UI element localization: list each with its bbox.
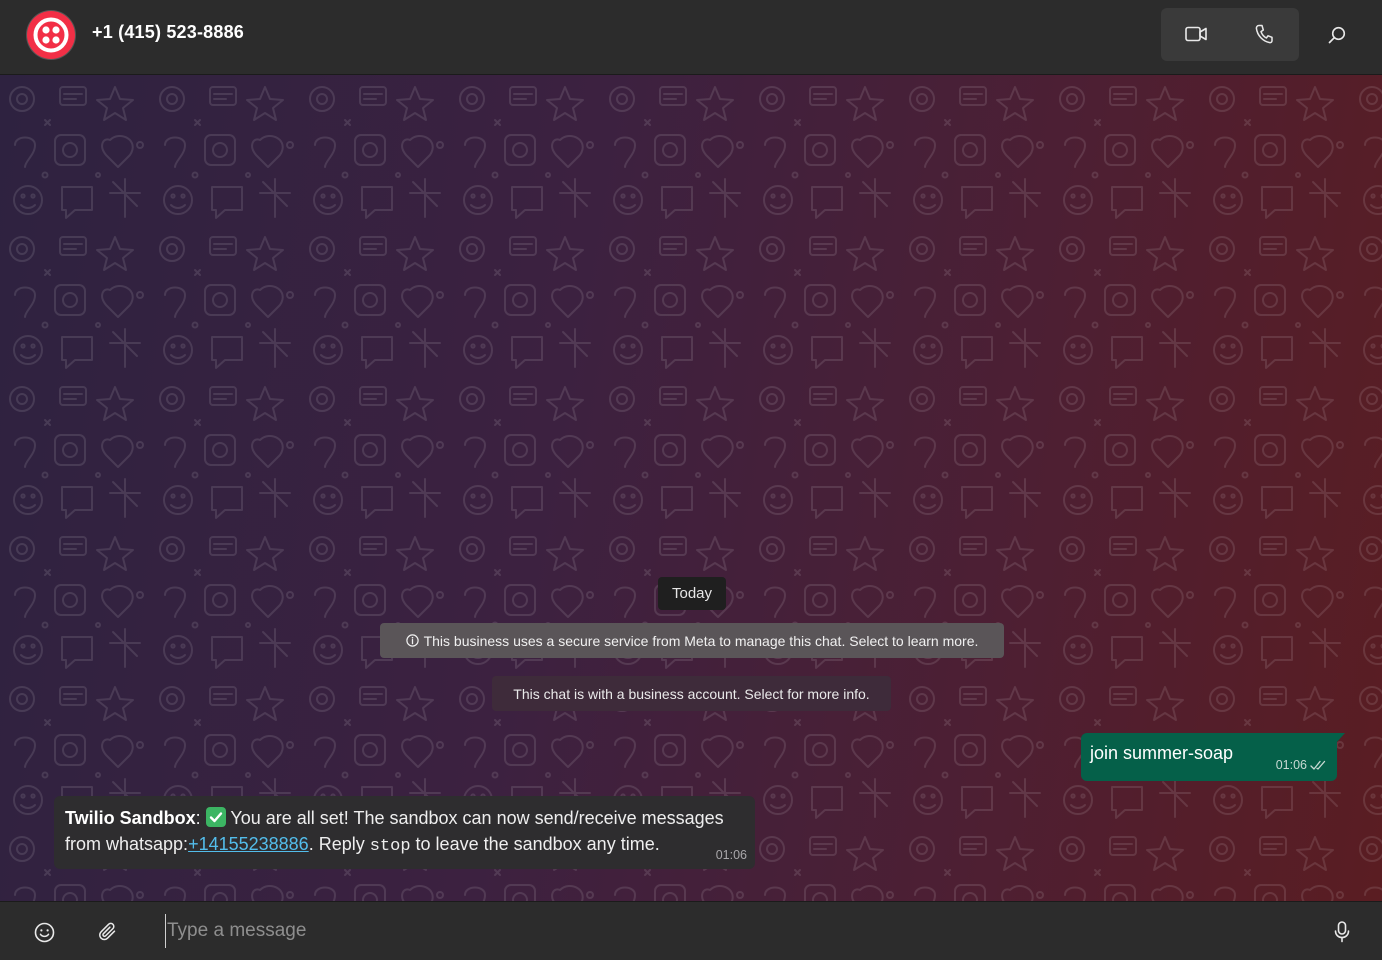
chat-area[interactable]: Today This business uses a secure servic… [0, 75, 1382, 901]
message-body-part: to leave the sandbox any time. [410, 834, 660, 854]
message-time: 01:06 [1275, 758, 1307, 772]
security-notice[interactable]: This business uses a secure service from… [380, 623, 1004, 658]
message-body-part: . Reply [308, 834, 370, 854]
business-account-notice[interactable]: This chat is with a business account. Se… [492, 676, 891, 711]
message-text: join summer-soap [1090, 743, 1234, 763]
white-check-mark-icon [205, 807, 226, 827]
double-check-icon [1310, 760, 1326, 770]
search-button[interactable] [1317, 15, 1357, 55]
video-call-button[interactable] [1176, 14, 1216, 54]
inline-code: stop [369, 837, 411, 856]
call-buttons-group [1161, 8, 1299, 61]
contact-name[interactable]: +1 (415) 523-8886 [92, 22, 244, 43]
outgoing-message[interactable]: join summer-soap 01:06 [1081, 733, 1345, 781]
attach-button[interactable] [88, 912, 128, 952]
message-meta: 01:06 [1276, 758, 1327, 772]
info-icon [405, 634, 419, 647]
chat-header: +1 (415) 523-8886 [0, 0, 1382, 75]
search-icon [1328, 26, 1346, 44]
voice-call-icon [1255, 24, 1273, 44]
message-text: Twilio Sandbox: You are all set! The san… [65, 805, 745, 860]
bubble-tail [1336, 733, 1345, 743]
sender-colon: : [195, 808, 201, 828]
message-composer [0, 901, 1382, 960]
microphone-icon [1334, 921, 1350, 943]
voice-call-button[interactable] [1244, 14, 1284, 54]
video-call-icon [1185, 26, 1207, 42]
voice-message-button[interactable] [1322, 912, 1362, 952]
paperclip-icon [99, 922, 116, 941]
date-divider: Today [658, 577, 726, 610]
message-input[interactable] [165, 914, 1287, 948]
emoji-button[interactable] [24, 912, 64, 952]
message-sender: Twilio Sandbox [65, 808, 196, 828]
security-notice-text: This business uses a secure service from… [423, 632, 979, 649]
contact-avatar[interactable] [27, 11, 75, 59]
phone-link[interactable]: +14155238886 [188, 834, 309, 854]
emoji-icon [34, 922, 54, 942]
twilio-logo-icon [33, 17, 69, 53]
incoming-message[interactable]: Twilio Sandbox: You are all set! The san… [54, 796, 755, 869]
message-time: 01:06 [715, 848, 747, 862]
